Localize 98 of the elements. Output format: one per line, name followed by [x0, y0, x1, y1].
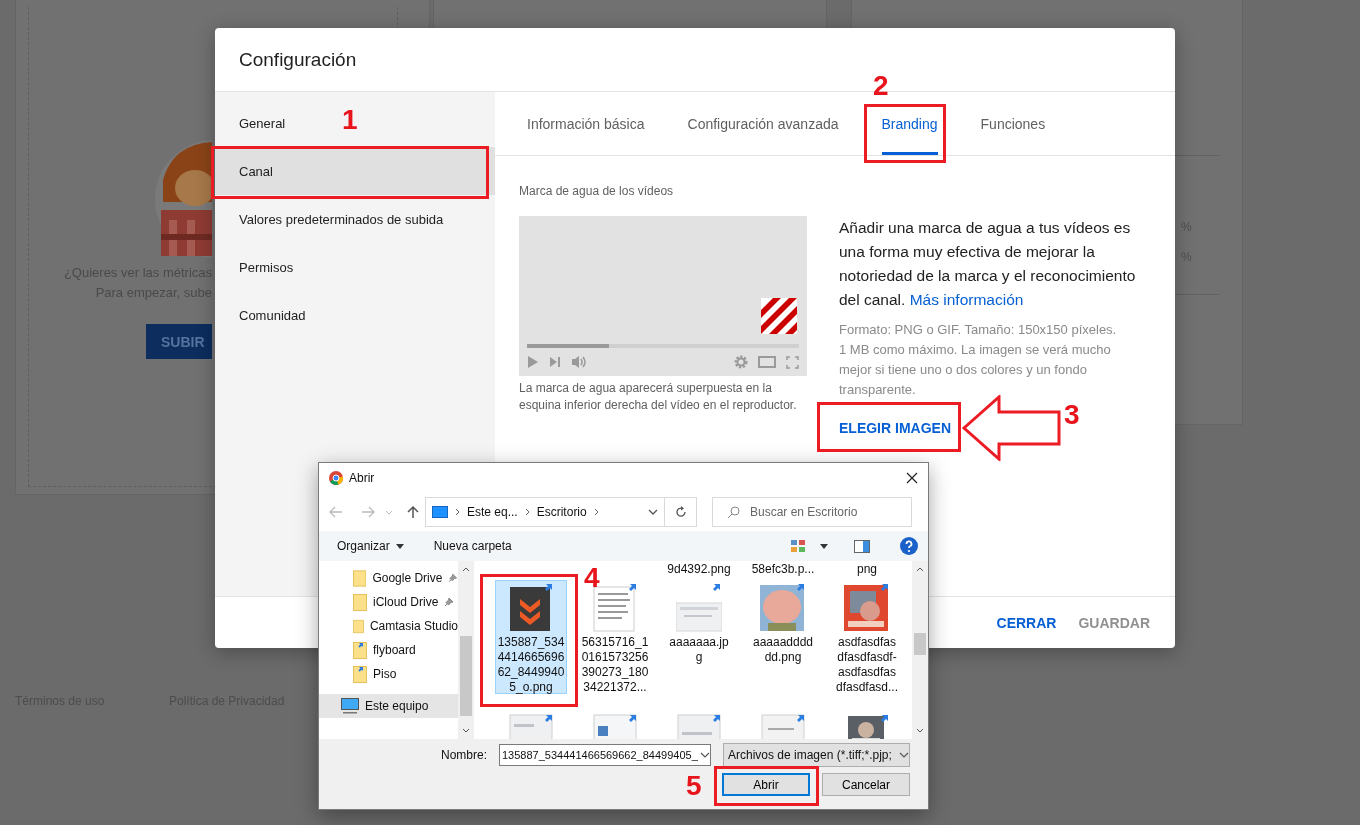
- folder-icon: [353, 569, 367, 587]
- file-name-field[interactable]: 135887_534441466569662_84499405_: [499, 744, 711, 766]
- nav-label: Este equipo: [365, 699, 429, 713]
- striped-square-icon: [761, 298, 797, 334]
- step-number: 3: [1064, 401, 1080, 429]
- file-item[interactable]: aaaaadddd dd.png: [747, 580, 819, 694]
- breadcrumb-item[interactable]: Este eq...: [467, 505, 518, 519]
- app-icon: [329, 471, 343, 485]
- close-icon[interactable]: [906, 472, 918, 484]
- file-name: asdfasdfas dfasdfasdf- asdfasdfas dfasdfasd...: [835, 635, 898, 695]
- dialog-button[interactable]: Abrir: [722, 773, 810, 796]
- help-icon[interactable]: [900, 537, 918, 555]
- field-label: Nombre:: [441, 748, 487, 762]
- caption-text: La marca de agua aparecerá superpuesta en la esquina inferior derecha del vídeo en el reproductor.: [519, 380, 798, 414]
- scroll-down-icon[interactable]: [916, 728, 924, 733]
- dialog-button[interactable]: CERRAR: [988, 606, 1065, 639]
- nav-label: Camtasia Studio: [369, 619, 458, 633]
- nav-item[interactable]: Google Drive: [319, 566, 458, 590]
- folder-icon: [353, 617, 364, 635]
- settings-icon[interactable]: [734, 355, 748, 369]
- nav-item[interactable]: Este equipo: [319, 694, 458, 718]
- organize-menu[interactable]: Organizar: [337, 539, 404, 553]
- address-bar[interactable]: Este eq... Escritorio: [425, 497, 665, 527]
- percent-text: %: [1181, 220, 1193, 234]
- up-icon[interactable]: [407, 505, 419, 519]
- scrollbar[interactable]: [458, 561, 474, 739]
- sidebar-item[interactable]: Valores predeterminados de subida: [239, 211, 444, 227]
- selected-row[interactable]: Canal: [215, 147, 495, 195]
- file-item[interactable]: aaaaaaa.jp g: [663, 580, 735, 694]
- nav-label: Google Drive: [372, 571, 443, 585]
- nav-item[interactable]: Piso: [319, 662, 458, 686]
- dialog-button[interactable]: Cancelar: [822, 773, 910, 796]
- nav-item[interactable]: iCloud Drive: [319, 590, 458, 614]
- scroll-up-icon[interactable]: [462, 567, 470, 572]
- computer-icon: [432, 505, 448, 519]
- dialog-title: Configuración: [239, 48, 357, 71]
- file-name: 58efc3b.p...: [750, 561, 816, 578]
- nav-label: Piso: [373, 667, 397, 681]
- chevron-right-icon[interactable]: [593, 508, 599, 516]
- file-type-dropdown[interactable]: Archivos de imagen (*.tiff;*.pjp;: [723, 743, 910, 767]
- step-number: 4: [584, 564, 600, 592]
- chevron-right-icon[interactable]: [455, 508, 460, 516]
- sidebar-item[interactable]: Canal: [239, 163, 273, 179]
- sidebar-item[interactable]: Permisos: [239, 259, 294, 275]
- caret-icon[interactable]: [820, 543, 828, 549]
- file-name: aaaaaaa.jp g: [669, 635, 729, 665]
- file-name: 56315716_1 0161573256 390273_180 34221372...: [581, 635, 649, 695]
- search-icon: [727, 505, 740, 519]
- nav-item[interactable]: flyboard: [319, 638, 458, 662]
- computer-icon: [341, 698, 359, 714]
- theater-mode-icon[interactable]: [758, 356, 776, 368]
- tab[interactable]: Funciones: [980, 92, 1046, 155]
- new-folder-button[interactable]: Nueva carpeta: [433, 539, 512, 553]
- progress-track[interactable]: [527, 344, 799, 348]
- search-field[interactable]: Buscar en Escritorio: [712, 497, 912, 527]
- file-name: aaaaadddd dd.png: [752, 635, 814, 665]
- step-number: 5: [686, 772, 702, 800]
- scroll-thumb[interactable]: [460, 636, 472, 716]
- tab[interactable]: Configuración avanzada: [687, 92, 839, 155]
- nav-label: flyboard: [373, 643, 416, 657]
- format-note: Formato: PNG o GIF. Tamaño: 150x150 píxeles. 1 MB como máximo. La imagen se verá mucho mejor si tiene uno o dos colores y un fondo transparente.: [839, 321, 1118, 399]
- breadcrumb-item[interactable]: Escritorio: [536, 505, 587, 519]
- chevron-down-icon: [899, 752, 909, 758]
- sidebar-item[interactable]: Comunidad: [239, 307, 306, 323]
- nav-label: iCloud Drive: [373, 595, 439, 609]
- description-text: Añadir una marca de agua a tus vídeos es una forma muy efectiva de mejorar la notoriedad de la marca y el reconocimiento del canal. Más información: [839, 218, 1137, 310]
- play-icon[interactable]: [527, 355, 539, 369]
- step-number: 1: [342, 106, 358, 134]
- folder-icon: [353, 593, 367, 611]
- choose-image-button[interactable]: ELEGIR IMAGEN: [839, 408, 951, 448]
- caret-icon: [395, 543, 404, 549]
- chevron-down-icon[interactable]: [648, 509, 658, 515]
- file-name: 135887_534 4414665696 62_8449940 5_o.png: [497, 635, 565, 695]
- nav-item[interactable]: Camtasia Studio: [319, 614, 458, 638]
- section-heading: Marca de agua de los vídeos: [519, 184, 675, 198]
- chevron-down-icon[interactable]: [700, 752, 710, 758]
- file-name: 9d4392.png: [666, 561, 732, 578]
- tab[interactable]: Información básica: [527, 92, 645, 155]
- scroll-up-icon[interactable]: [916, 567, 924, 572]
- scrollbar[interactable]: [912, 561, 928, 739]
- file-item[interactable]: asdfasdfas dfasdfasdf- asdfasdfas dfasdfasd...: [831, 580, 903, 694]
- scroll-down-icon[interactable]: [462, 728, 470, 733]
- chevron-right-icon[interactable]: [524, 508, 530, 516]
- next-icon[interactable]: [549, 356, 561, 368]
- scroll-thumb[interactable]: [914, 633, 926, 655]
- sidebar-item[interactable]: General: [239, 115, 286, 131]
- refresh-button[interactable]: [665, 497, 697, 527]
- folder-shortcut-icon: [353, 665, 367, 683]
- percent-text: %: [1181, 250, 1193, 264]
- volume-icon[interactable]: [571, 355, 587, 369]
- more-info-link[interactable]: Más información: [909, 291, 1024, 308]
- file-name: png: [856, 561, 878, 578]
- view-icon[interactable]: [790, 539, 806, 553]
- folder-shortcut-icon: [353, 641, 367, 659]
- refresh-icon: [674, 506, 687, 518]
- file-item[interactable]: 135887_534 4414665696 62_8449940 5_o.png: [495, 580, 567, 694]
- preview-pane-icon[interactable]: [854, 539, 870, 553]
- window-title: Abrir: [349, 471, 375, 485]
